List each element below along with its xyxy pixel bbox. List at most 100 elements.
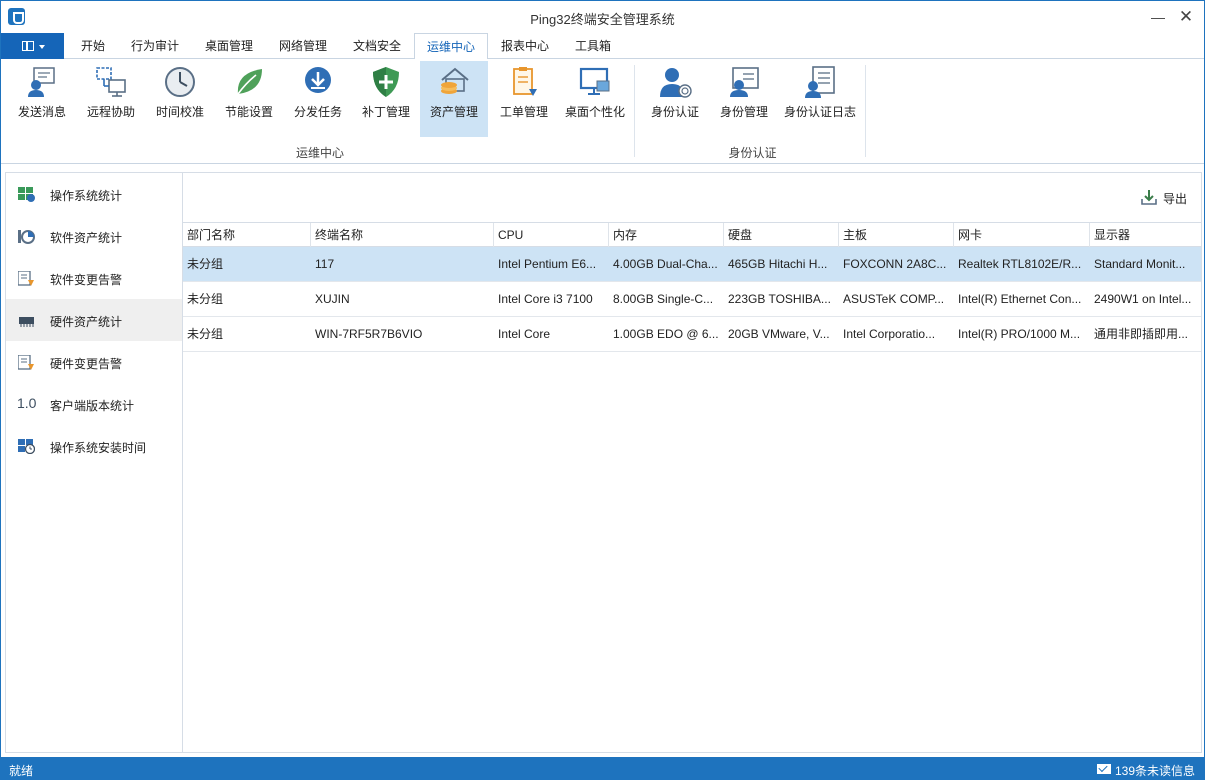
- desktop-personalize-label: 桌面个性化: [564, 105, 625, 119]
- cell-display: Standard Monit...: [1094, 257, 1186, 271]
- app-menu-button[interactable]: [1, 33, 64, 59]
- cell-nic: Realtek RTL8102E/R...: [958, 257, 1082, 271]
- desktop-personalize-button[interactable]: 桌面个性化: [559, 61, 631, 137]
- cell-terminal-name: XUJIN: [315, 292, 350, 306]
- tab-ops-center[interactable]: 运维中心: [414, 33, 488, 60]
- id-card-icon: [730, 67, 759, 97]
- table-row[interactable]: 未分组 WIN-7RF5R7B6VIO Intel Core 1.00GB ED…: [183, 317, 1201, 352]
- export-download-icon: [1141, 190, 1157, 205]
- sidebar-item-label: 操作系统统计: [50, 189, 123, 203]
- hardware-chip-icon: [19, 317, 34, 327]
- cell-department: 未分组: [187, 327, 224, 341]
- sidebar-item-hardware-stats[interactable]: 硬件资产统计: [6, 299, 182, 341]
- menu-grid-icon: [22, 41, 34, 51]
- identity-auth-label: 身份认证: [650, 105, 699, 119]
- cell-memory: 1.00GB EDO @ 6...: [613, 327, 719, 341]
- tab-toolbox[interactable]: 工具箱: [563, 33, 623, 59]
- sidebar-item-os-install-time[interactable]: 操作系统安装时间: [6, 425, 182, 467]
- identity-management-label: 身份管理: [719, 105, 768, 119]
- hardware-alert-icon: [18, 355, 34, 370]
- cell-motherboard: FOXCONN 2A8C...: [843, 257, 947, 271]
- cell-nic: Intel(R) Ethernet Con...: [958, 292, 1082, 306]
- table-row[interactable]: 未分组 XUJIN Intel Core i3 7100 8.00GB Sing…: [183, 282, 1201, 317]
- cell-cpu: Intel Pentium E6...: [498, 257, 597, 271]
- work-order-button[interactable]: 工单管理: [492, 61, 556, 137]
- column-header-cpu[interactable]: CPU: [494, 223, 609, 247]
- asset-management-label: 资产管理: [429, 105, 478, 119]
- cell-disk: 223GB TOSHIBA...: [728, 292, 831, 306]
- sidebar-item-software-stats[interactable]: 软件资产统计: [6, 215, 182, 257]
- software-alert-icon: [18, 271, 34, 286]
- send-message-label: 发送消息: [17, 105, 66, 119]
- remote-assist-button[interactable]: 远程协助: [79, 61, 143, 137]
- sidebar-item-label: 硬件资产统计: [50, 315, 123, 329]
- minimize-button[interactable]: —: [1143, 5, 1173, 29]
- os-install-time-icon: [18, 439, 35, 454]
- identity-auth-button[interactable]: 身份认证: [644, 61, 706, 137]
- table-row[interactable]: 未分组 117 Intel Pentium E6... 4.00GB Dual-…: [183, 247, 1201, 282]
- identity-auth-log-button[interactable]: 身份认证日志: [779, 61, 861, 137]
- table-header: 部门名称 终端名称 CPU 内存 硬盘 主板 网卡 显示器: [183, 222, 1201, 247]
- tab-behavior-audit[interactable]: 行为审计: [121, 33, 189, 59]
- hardware-asset-panel: 导出 部门名称 终端名称 CPU 内存 硬盘 主板 网卡 显示器 未分组 117…: [182, 172, 1202, 753]
- cell-terminal-name: 117: [315, 257, 335, 271]
- column-header-disk[interactable]: 硬盘: [724, 223, 839, 247]
- chevron-down-icon: [39, 45, 45, 49]
- tab-document-security[interactable]: 文档安全: [343, 33, 411, 59]
- sidebar-item-hardware-alert[interactable]: 硬件变更告警: [6, 341, 182, 383]
- tab-start[interactable]: 开始: [67, 33, 119, 59]
- clipboard-icon: [513, 67, 537, 96]
- sidebar-item-os-stats[interactable]: 操作系统统计: [6, 173, 182, 215]
- send-message-icon: [28, 67, 55, 97]
- export-label: 导出: [1163, 192, 1188, 206]
- sidebar-item-client-version[interactable]: 1.0 客户端版本统计: [6, 383, 182, 425]
- send-message-button[interactable]: 发送消息: [10, 61, 74, 137]
- cell-disk: 20GB VMware, V...: [728, 327, 830, 341]
- os-stats-icon: [18, 187, 35, 202]
- fingerprint-user-icon: [660, 68, 692, 98]
- column-header-memory[interactable]: 内存: [609, 223, 724, 247]
- time-calibration-label: 时间校准: [155, 105, 204, 119]
- column-header-nic[interactable]: 网卡: [954, 223, 1090, 247]
- cell-motherboard: ASUSTeK COMP...: [843, 292, 945, 306]
- identity-auth-log-label: 身份认证日志: [783, 105, 856, 119]
- patch-management-button[interactable]: 补丁管理: [354, 61, 418, 137]
- energy-saving-button[interactable]: 节能设置: [217, 61, 281, 137]
- cell-display: 2490W1 on Intel...: [1094, 292, 1192, 306]
- sidebar-item-label: 软件资产统计: [50, 231, 123, 245]
- sidebar-item-software-alert[interactable]: 软件变更告警: [6, 257, 182, 299]
- mail-icon: [1097, 764, 1111, 774]
- unread-messages-text: 139条未读信息: [1115, 764, 1196, 778]
- shield-icon: [373, 67, 399, 97]
- status-text: 就绪: [9, 764, 34, 778]
- column-header-department[interactable]: 部门名称: [183, 223, 311, 247]
- close-button[interactable]: ✕: [1171, 5, 1201, 29]
- column-header-display[interactable]: 显示器: [1090, 223, 1201, 247]
- sidebar-item-label: 硬件变更告警: [50, 357, 123, 371]
- distribute-task-button[interactable]: 分发任务: [286, 61, 350, 137]
- cell-department: 未分组: [187, 292, 224, 306]
- asset-management-button[interactable]: 资产管理: [420, 61, 488, 137]
- column-header-terminal-name[interactable]: 终端名称: [311, 223, 494, 247]
- cell-terminal-name: WIN-7RF5R7B6VIO: [315, 327, 423, 341]
- sidebar-item-label: 软件变更告警: [50, 273, 123, 287]
- identity-management-button[interactable]: 身份管理: [713, 61, 775, 137]
- sidebar-item-label: 客户端版本统计: [50, 399, 135, 413]
- version-icon: 1.0: [17, 395, 37, 411]
- app-window: Ping32终端安全管理系统 — ✕ 开始 行为审计 桌面管理 网络管理 文档安…: [0, 0, 1205, 780]
- cell-cpu: Intel Core: [498, 327, 551, 341]
- cell-memory: 4.00GB Dual-Cha...: [613, 257, 718, 271]
- cell-memory: 8.00GB Single-C...: [613, 292, 714, 306]
- export-button[interactable]: 导出: [1141, 187, 1193, 209]
- desktop-icon: [579, 67, 610, 95]
- patch-management-label: 补丁管理: [361, 105, 410, 119]
- energy-saving-label: 节能设置: [224, 105, 273, 119]
- cell-display: 通用非即插即用...: [1094, 327, 1189, 341]
- tab-network-management[interactable]: 网络管理: [269, 33, 337, 59]
- time-calibration-button[interactable]: 时间校准: [148, 61, 212, 137]
- tab-desktop-management[interactable]: 桌面管理: [195, 33, 263, 59]
- column-header-motherboard[interactable]: 主板: [839, 223, 954, 247]
- cell-disk: 465GB Hitachi H...: [728, 257, 828, 271]
- sidebar-item-label: 操作系统安装时间: [50, 441, 147, 455]
- tab-report-center[interactable]: 报表中心: [491, 33, 559, 59]
